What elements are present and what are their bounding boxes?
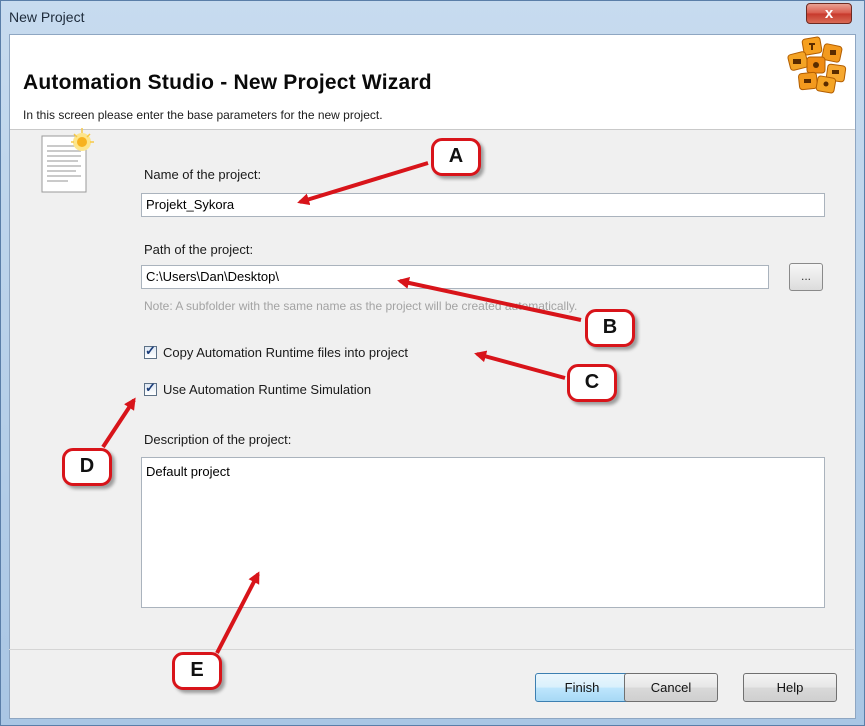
wizard-panel: Automation Studio - New Project Wizard I… <box>9 34 856 719</box>
copy-runtime-label: Copy Automation Runtime files into proje… <box>163 345 408 360</box>
wizard-subtitle: In this screen please enter the base par… <box>23 108 383 122</box>
document-icon <box>41 128 94 193</box>
footer-divider <box>9 649 854 650</box>
new-project-window: New Project x Automation Studio - New Pr… <box>0 0 865 726</box>
project-name-label: Name of the project: <box>144 167 262 182</box>
close-button[interactable]: x <box>806 3 852 24</box>
callout-b: B <box>585 309 635 347</box>
copy-runtime-checkbox[interactable] <box>144 343 157 359</box>
subfolder-note: Note: A subfolder with the same name as … <box>144 299 578 313</box>
cancel-button[interactable]: Cancel <box>624 673 718 702</box>
project-name-input[interactable]: Projekt_Sykora <box>141 193 825 217</box>
project-path-label: Path of the project: <box>144 242 254 257</box>
callout-c: C <box>567 364 617 402</box>
wizard-title: Automation Studio - New Project Wizard <box>23 71 432 94</box>
description-textarea[interactable]: Default project <box>141 457 825 608</box>
simulation-label: Use Automation Runtime Simulation <box>163 382 372 397</box>
callout-d: D <box>62 448 112 486</box>
browse-button[interactable]: ... <box>789 263 823 291</box>
description-label: Description of the project: <box>144 432 292 447</box>
project-path-input[interactable]: C:\Users\Dan\Desktop\ <box>141 265 769 289</box>
simulation-option[interactable]: Use Automation Runtime Simulation <box>144 380 372 397</box>
simulation-checkbox[interactable] <box>144 380 157 396</box>
finish-button[interactable]: Finish <box>535 673 629 702</box>
automation-studio-logo-icon <box>787 36 847 94</box>
help-button[interactable]: Help <box>743 673 837 702</box>
callout-a: A <box>431 138 481 176</box>
copy-runtime-option[interactable]: Copy Automation Runtime files into proje… <box>144 343 408 360</box>
title-bar[interactable]: New Project x <box>1 1 864 34</box>
callout-e: E <box>172 652 222 690</box>
wizard-header: Automation Studio - New Project Wizard I… <box>10 35 855 130</box>
close-icon: x <box>824 5 834 22</box>
window-title: New Project <box>9 9 85 25</box>
